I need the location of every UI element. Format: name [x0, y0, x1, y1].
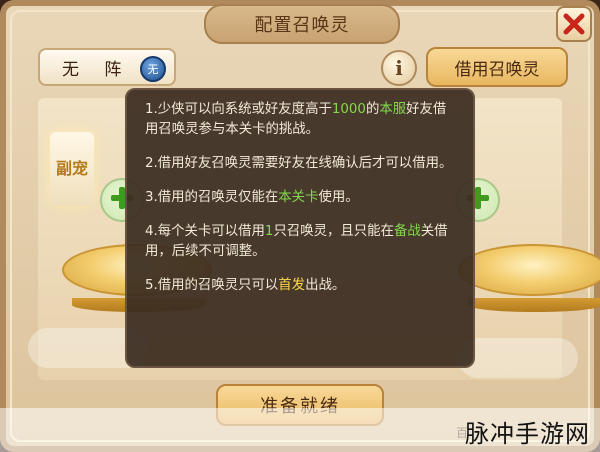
formation-label: 无 阵 [62, 59, 132, 80]
watermark-text: 脉冲手游网 [465, 420, 590, 448]
formation-badge-icon: 无 [140, 56, 166, 82]
cloud-decoration [458, 338, 578, 378]
tooltip-rule-2: 2.借用好友召唤灵需要好友在线确认后才可以借用。 [145, 156, 453, 171]
borrow-summon-button[interactable]: 借用召唤灵 [426, 47, 568, 87]
close-button[interactable] [556, 6, 592, 42]
game-screen: 配置召唤灵 无 阵 无 i 借用召唤灵 副宠 1.少侠可以向系统或好友度高于10… [0, 0, 600, 452]
tooltip-rule-4: 4.每个关卡可以借用1只召唤灵，且只能在备战关借用，后续不可调整。 [145, 224, 448, 259]
close-icon [563, 13, 585, 35]
info-button[interactable]: i [381, 50, 417, 86]
tooltip-rule-1: 1.少侠可以向系统或好友度高于1000的本服好友借用召唤灵参与本关卡的挑战。 [145, 102, 447, 137]
coin-pedestal-right [458, 244, 600, 312]
tooltip-rule-3: 3.借用的召唤灵仅能在本关卡使用。 [145, 190, 359, 205]
sub-pet-plaque: 副宠 [50, 132, 94, 206]
dialog-title: 配置召唤灵 [204, 4, 400, 44]
tooltip-rule-5: 5.借用的召唤灵只可以首发出战。 [145, 278, 346, 293]
borrow-rules-tooltip: 1.少侠可以向系统或好友度高于1000的本服好友借用召唤灵参与本关卡的挑战。 2… [125, 88, 475, 368]
formation-button[interactable]: 无 阵 无 [38, 48, 176, 86]
